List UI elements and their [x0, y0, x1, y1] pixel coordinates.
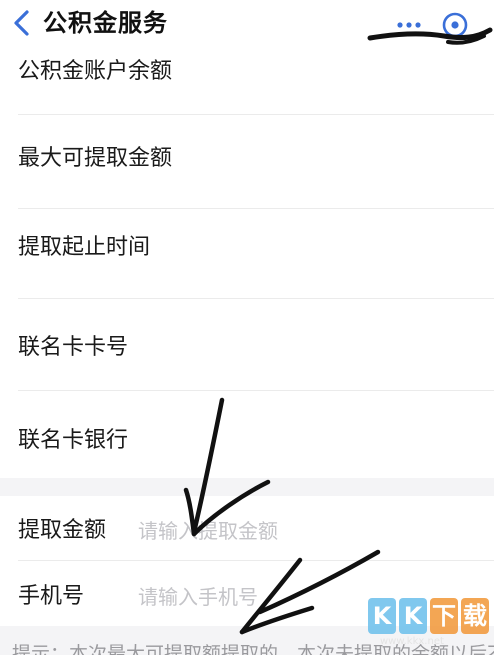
back-button[interactable]	[8, 6, 36, 40]
divider	[18, 298, 494, 299]
phone-label: 手机号	[18, 584, 85, 609]
watermark-letter: K	[368, 598, 396, 634]
page-title: 公积金服务	[43, 9, 168, 37]
watermark-letter: 下	[430, 598, 458, 634]
info-row-period: 提取起止时间	[0, 210, 494, 300]
form-row-amount: 提取金额	[0, 496, 494, 561]
divider	[18, 208, 494, 209]
watermark-letter: K	[399, 598, 427, 634]
info-row-label: 最大可提取金额	[18, 146, 173, 171]
info-row-label: 公积金账户余额	[18, 59, 173, 84]
section-separator	[0, 478, 494, 496]
watermark-url: www.kkx.net	[380, 636, 444, 647]
info-row-label: 提取起止时间	[18, 235, 151, 260]
app-screen: 公积金服务 公积金账户余额 最大可提取金额 提取起止时间 联名卡卡号 联名卡银行…	[0, 0, 494, 655]
divider	[18, 114, 494, 115]
info-row-card-bank: 联名卡银行	[0, 392, 494, 482]
divider	[18, 560, 494, 561]
info-row-card-number: 联名卡卡号	[0, 302, 494, 392]
info-row-max-withdrawable: 最大可提取金额	[0, 116, 494, 209]
divider	[18, 390, 494, 391]
site-watermark: K K 下 载 www.kkx.net	[366, 598, 492, 650]
info-row-label: 联名卡银行	[18, 428, 129, 453]
amount-input[interactable]	[138, 514, 468, 548]
amount-label: 提取金额	[18, 518, 107, 543]
watermark-letter: 载	[461, 598, 489, 634]
chevron-left-icon	[14, 10, 29, 36]
info-row-label: 联名卡卡号	[18, 335, 129, 360]
